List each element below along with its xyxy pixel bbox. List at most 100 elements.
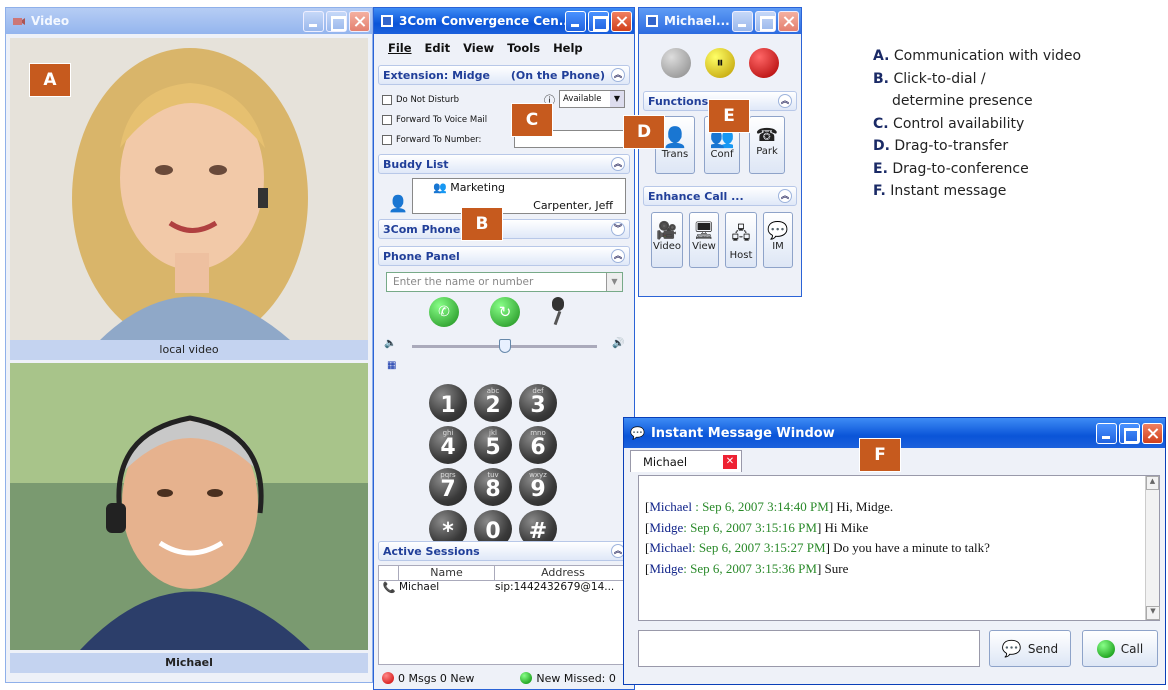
keypad-key[interactable]: wxyz 9 [519, 468, 557, 506]
extension-label: Extension: Midge [383, 68, 491, 82]
im-button[interactable]: 💬 IM [763, 212, 793, 268]
marker-d: D [623, 115, 665, 149]
maximize-button[interactable] [326, 10, 347, 32]
messages-status[interactable]: 0 Msgs 0 New [398, 672, 474, 685]
sessions-table: Name Address 📞 Michael sip:1442432679@14… [378, 565, 632, 665]
collapse-icon[interactable]: ︽ [778, 94, 792, 108]
keypad-key[interactable]: mno 6 [519, 426, 557, 464]
expand-icon[interactable]: ︾ [611, 222, 625, 236]
group-label: Marketing [450, 181, 506, 194]
key-digit: 1 [440, 393, 456, 418]
tab-label: Michael [643, 455, 688, 469]
collapse-icon[interactable]: ︽ [778, 189, 792, 203]
answer-button[interactable] [661, 48, 691, 78]
maximize-button[interactable] [588, 10, 609, 32]
video-button[interactable]: 🎥 Video [651, 212, 683, 268]
buddy-list-header[interactable]: Buddy List ︽ [378, 154, 630, 174]
menu-help[interactable]: Help [553, 41, 583, 55]
key-digit: 9 [530, 477, 546, 502]
extension-header[interactable]: Extension: Midge (On the Phone) ︽ [378, 65, 630, 85]
dial-input[interactable]: Enter the name or number ▼ [386, 272, 623, 292]
phone-panel-header[interactable]: Phone Panel ︽ [378, 246, 630, 266]
maximize-button[interactable] [1119, 422, 1140, 444]
buddy-group-marketing[interactable]: 👥 Marketing [433, 181, 505, 194]
redial-button[interactable]: ↻ [490, 297, 520, 327]
menu-tools[interactable]: Tools [507, 41, 540, 55]
scroll-up-icon[interactable]: ▲ [1146, 476, 1159, 490]
park-button[interactable]: ☎ Park [749, 116, 785, 174]
col-address[interactable]: Address [495, 566, 631, 580]
collapse-icon[interactable]: ︽ [611, 249, 625, 263]
menu-file[interactable]: File [388, 41, 412, 55]
collapse-icon[interactable]: ︽ [611, 157, 625, 171]
missed-status[interactable]: New Missed: 0 [536, 672, 615, 685]
table-row[interactable]: 📞 Michael sip:1442432679@14... [379, 581, 631, 596]
marker-a: A [29, 63, 71, 97]
host-button[interactable]: 🖧 Host [725, 212, 757, 268]
message-input[interactable] [638, 630, 980, 667]
close-button[interactable] [1142, 422, 1163, 444]
video-camera-icon [13, 18, 25, 25]
keypad-toggle-icon[interactable]: ▦ [387, 360, 396, 371]
microphone-icon[interactable] [552, 297, 564, 326]
message-sender: Midge [649, 560, 684, 576]
fwd-number-label: Forward To Number: [396, 135, 482, 145]
scroll-down-icon[interactable]: ▼ [1146, 606, 1160, 620]
hangup-button[interactable] [749, 48, 779, 78]
functions-label: Functions [648, 94, 709, 108]
minimize-button[interactable] [565, 10, 586, 32]
dial-button[interactable]: ✆ [429, 297, 459, 327]
close-button[interactable] [349, 10, 370, 32]
maximize-button[interactable] [755, 10, 776, 32]
convergence-titlebar[interactable]: 3Com Convergence Cen... [374, 8, 634, 34]
phone-section-header[interactable]: 3Com Phone ︾ [378, 219, 630, 239]
collapse-icon[interactable]: ︽ [611, 68, 625, 82]
active-sessions-header[interactable]: Active Sessions ︽ [378, 541, 630, 561]
keypad-key[interactable]: abc 2 [474, 384, 512, 422]
enhance-call-header[interactable]: Enhance Call ... ︽ [643, 186, 797, 206]
phone-icon: 📞 [382, 582, 396, 594]
video-titlebar[interactable]: Video [6, 8, 372, 34]
view-button[interactable]: 🖥 View [689, 212, 719, 268]
keypad-key[interactable]: def 3 [519, 384, 557, 422]
fwd-number-checkbox[interactable]: Forward To Number: [382, 135, 481, 145]
volume-thumb[interactable] [499, 339, 511, 353]
message-separator: : [691, 499, 703, 514]
close-button[interactable] [611, 10, 632, 32]
message-text: Hi Mike [821, 519, 869, 535]
message-timestamp: Sep 6, 2007 3:15:36 PM [690, 560, 817, 576]
keypad-key[interactable]: ghi 4 [429, 426, 467, 464]
minimize-button[interactable] [303, 10, 324, 32]
key-digit: 6 [530, 435, 546, 460]
close-button[interactable] [778, 10, 799, 32]
scrollbar[interactable]: ▲ ▼ [1145, 476, 1160, 620]
video-title: Video [31, 14, 70, 28]
volume-slider[interactable] [412, 339, 597, 353]
menu-view[interactable]: View [463, 41, 494, 55]
key-digit: 3 [530, 393, 546, 418]
host-icon: 🖧 [731, 224, 751, 244]
close-tab-icon[interactable]: ✕ [723, 455, 737, 469]
send-button[interactable]: 💬 Send [989, 630, 1071, 667]
tab-michael[interactable]: Michael ✕ [630, 450, 742, 472]
status-bar: 0 Msgs 0 New New Missed: 0 [378, 668, 634, 688]
michael-titlebar[interactable]: Michael... [639, 8, 801, 34]
minimize-button[interactable] [1096, 422, 1117, 444]
minimize-button[interactable] [732, 10, 753, 32]
keypad-key[interactable]: jkl 5 [474, 426, 512, 464]
hold-button[interactable]: ⏸ [705, 48, 735, 78]
message-sender: Michael [649, 540, 692, 555]
dnd-checkbox[interactable]: Do Not Disturb [382, 95, 459, 105]
keypad-key[interactable]: pqrs 7 [429, 468, 467, 506]
keypad-key[interactable]: tuv 8 [474, 468, 512, 506]
host-label: Host [729, 250, 753, 261]
call-button[interactable]: Call [1082, 630, 1158, 667]
legend: A. Communication with video B. Click-to-d… [873, 45, 1081, 203]
phone-call-icon [1096, 639, 1115, 658]
keypad-key[interactable]: 1 [429, 384, 467, 422]
legend-item: determine presence [873, 90, 1081, 113]
availability-dropdown[interactable]: Available ▼ [559, 90, 625, 108]
fwd-voicemail-checkbox[interactable]: Forward To Voice Mail [382, 115, 487, 125]
menu-edit[interactable]: Edit [425, 41, 451, 55]
col-name[interactable]: Name [399, 566, 495, 580]
